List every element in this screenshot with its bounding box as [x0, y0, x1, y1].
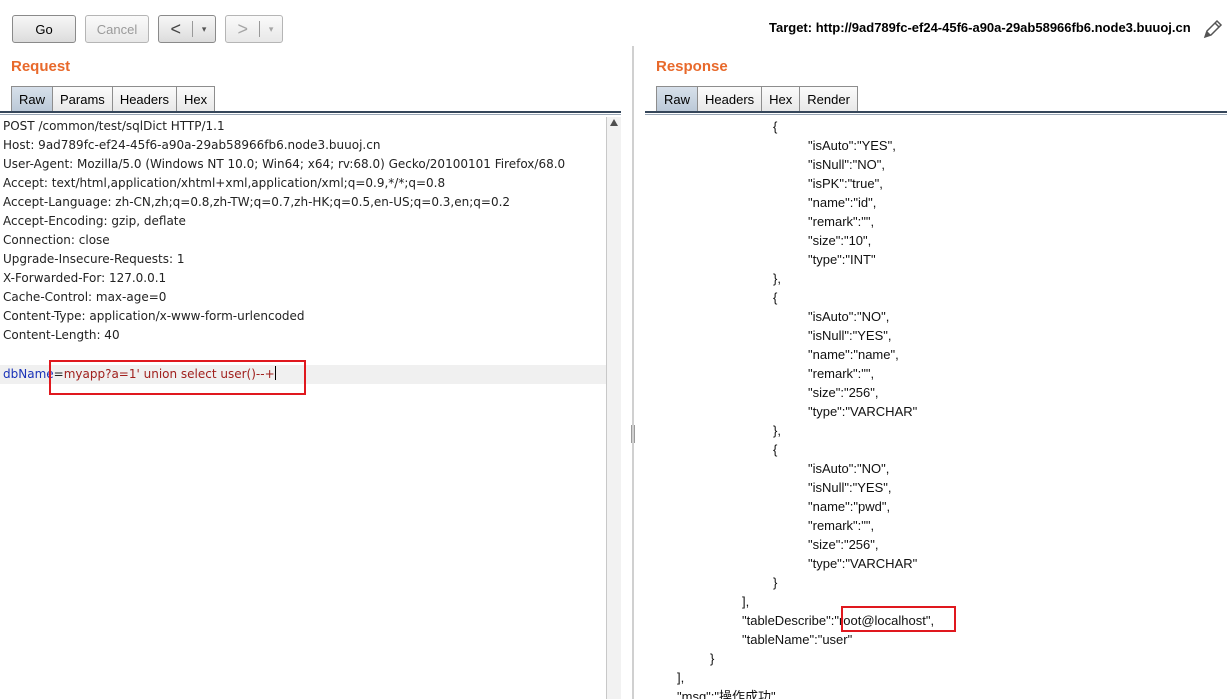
request-line: Connection: close — [3, 233, 110, 247]
request-tabs: Raw Params Headers Hex — [11, 86, 216, 113]
response-line: "remark":"", — [808, 366, 875, 381]
pencil-icon[interactable] — [1202, 18, 1224, 40]
tab-underline — [645, 111, 1227, 113]
tab-headers[interactable]: Headers — [111, 86, 177, 113]
burp-repeater-window: Go Cancel < ▾ > ▾ Target: http://9ad789f… — [0, 0, 1227, 699]
forward-button[interactable]: > ▾ — [225, 15, 283, 43]
response-line: "isNull":"YES", — [808, 328, 892, 343]
response-line: "name":"id", — [808, 195, 877, 210]
request-editor[interactable]: POST /common/test/sqlDict HTTP/1.1 Host: … — [0, 117, 606, 699]
response-line: } — [710, 651, 715, 666]
response-line: "type":"VARCHAR" — [808, 556, 918, 571]
request-line: Content-Type: application/x-www-form-url… — [3, 309, 305, 323]
request-line: Upgrade-Insecure-Requests: 1 — [3, 252, 185, 266]
cancel-button[interactable]: Cancel — [85, 15, 149, 43]
tab-raw[interactable]: Raw — [656, 86, 699, 113]
request-line: Cache-Control: max-age=0 — [3, 290, 167, 304]
back-arrow-icon: < — [170, 19, 181, 39]
request-line: X-Forwarded-For: 127.0.0.1 — [3, 271, 167, 285]
response-title: Response — [656, 58, 728, 75]
response-line: "size":"256", — [808, 537, 879, 552]
response-line: } — [773, 575, 778, 590]
response-line: "size":"10", — [808, 233, 872, 248]
response-line: "isAuto":"YES", — [808, 138, 896, 153]
response-line: "isAuto":"NO", — [808, 309, 890, 324]
chevron-down-icon[interactable]: ▾ — [193, 24, 215, 35]
response-line: }, — [773, 271, 781, 286]
response-line: { — [773, 442, 778, 457]
response-line: "remark":"", — [808, 518, 875, 533]
response-line: { — [773, 290, 778, 305]
request-line: Accept-Encoding: gzip, deflate — [3, 214, 186, 228]
response-line: { — [773, 119, 778, 134]
response-line: "name":"name", — [808, 347, 899, 362]
response-line: "isNull":"YES", — [808, 480, 892, 495]
response-line: "type":"INT" — [808, 252, 876, 267]
tab-render[interactable]: Render — [799, 86, 858, 113]
back-button[interactable]: < ▾ — [158, 15, 216, 43]
response-line: "name":"pwd", — [808, 499, 891, 514]
response-line: "isAuto":"NO", — [808, 461, 890, 476]
response-line: "size":"256", — [808, 385, 879, 400]
response-line: "isNull":"NO", — [808, 157, 885, 172]
response-tabs: Raw Headers Hex Render — [656, 86, 858, 113]
go-button[interactable]: Go — [12, 15, 76, 43]
tab-params[interactable]: Params — [52, 86, 113, 113]
forward-arrow-icon: > — [237, 19, 248, 39]
tab-underline — [0, 111, 621, 113]
request-line: Accept: text/html,application/xhtml+xml,… — [3, 176, 446, 190]
request-line: User-Agent: Mozilla/5.0 (Windows NT 10.0… — [3, 157, 566, 171]
request-title: Request — [11, 58, 71, 75]
param-name: dbName — [3, 367, 54, 381]
request-line: Host: 9ad789fc-ef24-45f6-a90a-29ab58966f… — [3, 138, 381, 152]
request-scrollbar[interactable] — [606, 117, 621, 699]
tab-hex[interactable]: Hex — [761, 86, 801, 113]
payload-highlight-box — [49, 360, 306, 395]
response-line: "type":"VARCHAR" — [808, 404, 918, 419]
result-highlight-box — [841, 606, 956, 632]
response-line: ], — [742, 594, 750, 609]
response-line: "isPK":"true", — [808, 176, 883, 191]
target-label: Target: http://9ad789fc-ef24-45f6-a90a-2… — [769, 20, 1191, 35]
tab-underline — [0, 114, 621, 115]
request-line: Content-Length: 40 — [3, 328, 120, 342]
response-line: }, — [773, 423, 781, 438]
response-line: ], — [677, 670, 685, 685]
response-line: "tableName":"user" — [742, 632, 853, 647]
tab-underline — [645, 114, 1227, 115]
tab-raw[interactable]: Raw — [11, 86, 54, 113]
request-line: POST /common/test/sqlDict HTTP/1.1 — [3, 119, 225, 133]
request-line: Accept-Language: zh-CN,zh;q=0.8,zh-TW;q=… — [3, 195, 511, 209]
tab-headers[interactable]: Headers — [697, 86, 763, 113]
chevron-down-icon[interactable]: ▾ — [260, 24, 282, 35]
scroll-up-icon[interactable] — [610, 119, 618, 126]
response-line: "msg":"操作成功" — [677, 689, 776, 699]
splitter-grip[interactable] — [631, 425, 635, 443]
pane-splitter[interactable] — [632, 46, 634, 699]
response-line: "remark":"", — [808, 214, 875, 229]
tab-hex[interactable]: Hex — [175, 86, 216, 113]
